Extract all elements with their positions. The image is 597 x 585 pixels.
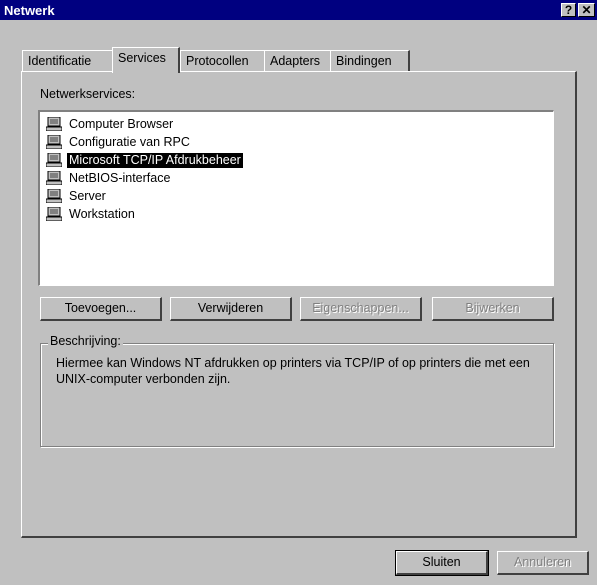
tab-label: Protocollen xyxy=(186,54,249,68)
services-listbox[interactable]: Computer Browser Configuratie van RPC Mi… xyxy=(38,110,554,286)
title-bar[interactable]: Netwerk ? ✕ xyxy=(0,0,597,20)
network-computer-icon xyxy=(46,135,62,149)
cancel-button[interactable]: Annuleren xyxy=(497,551,589,575)
list-item-label: Computer Browser xyxy=(69,117,174,131)
list-item-label: Microsoft TCP/IP Afdrukbeheer xyxy=(67,153,243,168)
list-item-label: NetBIOS-interface xyxy=(69,171,171,185)
tab-protocollen[interactable]: Protocollen xyxy=(180,50,266,71)
network-dialog: Netwerk ? ✕ Identificatie Services Proto… xyxy=(0,0,597,585)
description-text: Hiermee kan Windows NT afdrukken op prin… xyxy=(56,356,530,386)
network-computer-icon xyxy=(46,189,62,203)
tab-label: Services xyxy=(118,51,166,65)
update-button[interactable]: Bijwerken xyxy=(432,297,554,321)
tab-identificatie[interactable]: Identificatie xyxy=(22,50,114,71)
tab-services[interactable]: Services xyxy=(112,47,180,73)
help-button[interactable]: ? xyxy=(561,3,576,17)
tab-label: Identificatie xyxy=(28,54,92,68)
tab-label: Adapters xyxy=(270,54,321,68)
network-computer-icon xyxy=(46,117,62,131)
close-window-button[interactable]: ✕ xyxy=(578,3,595,17)
description-title: Beschrijving: xyxy=(48,334,123,348)
network-computer-icon xyxy=(46,153,62,167)
tab-bindingen[interactable]: Bindingen xyxy=(330,50,410,71)
properties-button[interactable]: Eigenschappen... xyxy=(300,297,422,321)
network-computer-icon xyxy=(46,171,62,185)
remove-button[interactable]: Verwijderen xyxy=(170,297,292,321)
list-item-label: Configuratie van RPC xyxy=(69,135,190,149)
tab-label: Bindingen xyxy=(336,54,392,68)
list-item-label: Server xyxy=(69,189,106,203)
network-computer-icon xyxy=(46,207,62,221)
list-item-label: Workstation xyxy=(69,207,135,221)
add-button[interactable]: Toevoegen... xyxy=(40,297,162,321)
services-list-label: Netwerkservices: xyxy=(40,87,136,101)
tab-adapters[interactable]: Adapters xyxy=(264,50,332,71)
window-title: Netwerk xyxy=(4,3,55,18)
close-button[interactable]: Sluiten xyxy=(395,550,489,576)
